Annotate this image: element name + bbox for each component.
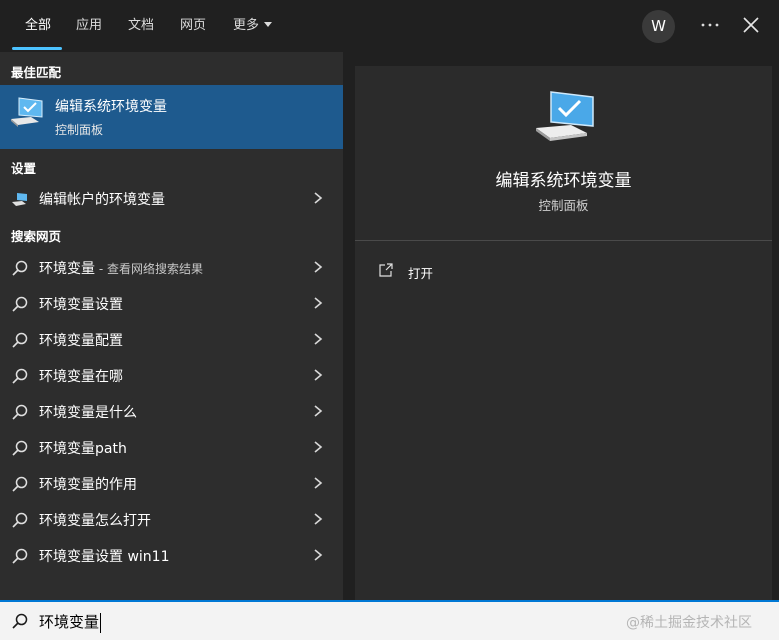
chevron-right-icon	[314, 441, 323, 453]
chevron-right-icon	[314, 549, 323, 561]
web-item-3[interactable]: 环境变量在哪	[0, 357, 343, 393]
web-item-4[interactable]: 环境变量是什么	[0, 393, 343, 429]
web-item-label: 环境变量path	[39, 441, 127, 457]
web-item-7[interactable]: 环境变量怎么打开	[0, 501, 343, 537]
chevron-right-icon	[314, 405, 323, 417]
search-icon	[12, 404, 28, 420]
search-icon	[12, 476, 28, 492]
more-options-icon[interactable]	[697, 12, 723, 38]
settings-item-edit-account-env[interactable]: 编辑帐户的环境变量	[0, 180, 343, 216]
watermark: @稀土掘金技术社区	[626, 615, 752, 631]
chevron-right-icon	[314, 369, 323, 381]
tab-more[interactable]: 更多	[233, 16, 273, 36]
web-item-label: 环境变量是什么	[39, 405, 137, 421]
web-item-5[interactable]: 环境变量path	[0, 429, 343, 465]
chevron-right-icon	[314, 477, 323, 489]
web-item-8[interactable]: 环境变量设置 win11	[0, 537, 343, 573]
settings-header: 设置	[11, 161, 37, 176]
web-item-2[interactable]: 环境变量配置	[0, 321, 343, 357]
text-cursor	[100, 612, 102, 633]
search-input[interactable]: 环境变量	[39, 611, 102, 633]
preview-card	[355, 66, 772, 600]
web-item-1[interactable]: 环境变量设置	[0, 285, 343, 321]
caret-down-icon	[264, 22, 273, 27]
tab-all[interactable]: 全部	[25, 16, 51, 36]
best-match-header: 最佳匹配	[11, 65, 62, 80]
web-item-label: 环境变量 - 查看网络搜索结果	[39, 258, 203, 278]
chevron-right-icon	[314, 513, 323, 525]
web-item-label: 环境变量在哪	[39, 369, 123, 385]
monitor-icon	[12, 193, 27, 206]
search-icon	[12, 368, 28, 384]
search-icon	[12, 260, 28, 276]
tab-more-label: 更多	[233, 18, 260, 33]
search-input-value: 环境变量	[39, 613, 100, 631]
tab-apps[interactable]: 应用	[76, 16, 102, 36]
web-item-label: 环境变量配置	[39, 333, 123, 349]
preview-divider	[355, 240, 772, 241]
chevron-right-icon	[314, 333, 323, 345]
tab-web[interactable]: 网页	[180, 16, 206, 36]
search-icon	[12, 440, 28, 456]
monitor-icon	[536, 91, 594, 141]
web-search-header: 搜索网页	[11, 229, 62, 244]
web-item-label: 环境变量怎么打开	[39, 513, 151, 529]
search-icon	[12, 512, 28, 528]
top-tab-bar: 全部 应用 文档 网页 更多 W	[0, 0, 779, 52]
search-icon	[12, 332, 28, 348]
chevron-right-icon	[314, 192, 323, 204]
best-match-subtitle: 控制面板	[55, 123, 104, 137]
search-icon	[12, 613, 28, 629]
close-icon[interactable]	[740, 14, 762, 36]
web-item-0[interactable]: 环境变量 - 查看网络搜索结果	[0, 249, 343, 285]
web-item-6[interactable]: 环境变量的作用	[0, 465, 343, 501]
tab-documents[interactable]: 文档	[128, 16, 154, 36]
active-tab-indicator	[12, 47, 62, 50]
preview-title: 编辑系统环境变量	[495, 171, 632, 191]
web-item-label: 环境变量的作用	[39, 477, 137, 493]
best-match-item[interactable]: 编辑系统环境变量 控制面板	[0, 85, 343, 149]
preview-subtitle: 控制面板	[538, 198, 589, 213]
best-match-title: 编辑系统环境变量	[55, 99, 167, 115]
open-action[interactable]: 打开	[378, 261, 498, 281]
user-avatar[interactable]: W	[642, 10, 675, 43]
search-bar[interactable]: 环境变量 @稀土掘金技术社区	[0, 600, 779, 640]
settings-item-label: 编辑帐户的环境变量	[39, 192, 165, 208]
web-item-label: 环境变量设置	[39, 297, 123, 313]
chevron-right-icon	[314, 261, 323, 273]
web-item-label: 环境变量设置 win11	[39, 549, 170, 565]
web-item-label-main: 环境变量	[39, 261, 95, 277]
search-icon	[12, 296, 28, 312]
monitor-icon	[11, 97, 43, 127]
open-action-label: 打开	[408, 266, 434, 281]
search-icon	[12, 548, 28, 564]
web-item-hint: - 查看网络搜索结果	[95, 262, 203, 276]
open-external-icon	[379, 263, 393, 277]
chevron-right-icon	[314, 297, 323, 309]
